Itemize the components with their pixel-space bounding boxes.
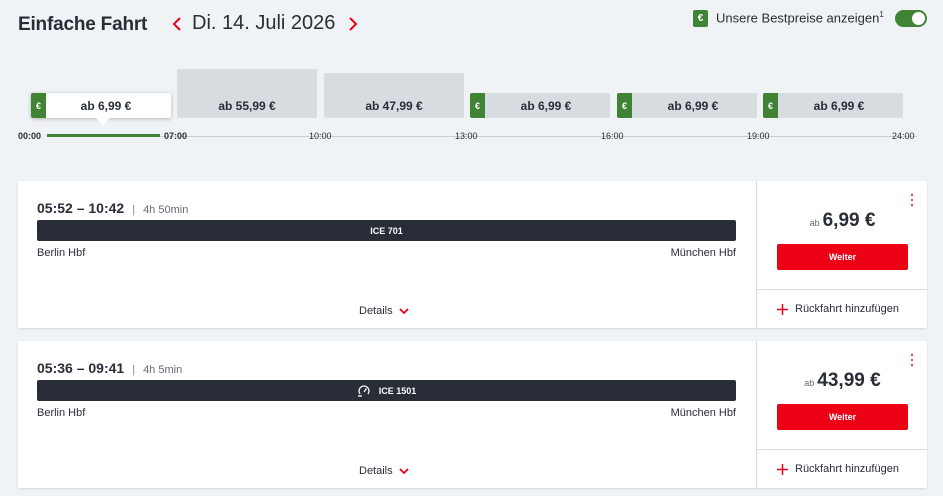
plus-icon xyxy=(777,303,788,315)
details-toggle[interactable]: Details xyxy=(359,465,409,477)
destination-station: München Hbf xyxy=(670,247,736,259)
add-return-trip-button[interactable]: Rückfahrt hinzufügen xyxy=(757,289,927,328)
continue-button[interactable]: Weiter xyxy=(777,244,908,270)
price-display: ab 43,99 € xyxy=(757,370,928,392)
add-return-trip-button[interactable]: Rückfahrt hinzufügen xyxy=(757,449,927,488)
details-label: Details xyxy=(359,305,393,317)
time-separator: – xyxy=(72,360,89,376)
date-label[interactable]: Di. 14. Juli 2026 xyxy=(192,12,335,35)
slot-price: ab 6,99 € xyxy=(80,98,132,113)
tick-label: 00:00 xyxy=(18,131,42,141)
price-prefix: ab xyxy=(804,378,815,388)
euro-badge-icon: € xyxy=(31,93,46,118)
chevron-right-icon xyxy=(349,17,358,31)
connection-info[interactable]: 05:52 – 10:42 | 4h 50min ICE 701 Berlin … xyxy=(18,181,756,328)
duration: 4h 50min xyxy=(143,204,189,216)
time-slot-16-19[interactable]: € ab 6,99 € xyxy=(617,93,757,118)
more-options-icon[interactable] xyxy=(910,194,914,206)
connection-info[interactable]: 05:36 – 09:41 | 4h 5min ICE 1501 Berlin … xyxy=(18,341,756,488)
slot-price: ab 6,99 € xyxy=(667,98,719,113)
price-panel: ab 43,99 € Weiter Rückfahrt hinzufügen xyxy=(756,341,927,488)
price-amount: 43,99 € xyxy=(817,370,881,391)
euro-badge-icon: € xyxy=(470,93,485,118)
previous-day-button[interactable] xyxy=(167,10,187,38)
best-price-toggle-label: € Unsere Bestpreise anzeigen1 xyxy=(693,9,884,27)
details-label: Details xyxy=(359,465,393,477)
connection-card: 05:36 – 09:41 | 4h 5min ICE 1501 Berlin … xyxy=(18,341,927,488)
continue-button[interactable]: Weiter xyxy=(777,404,908,430)
active-slot-pointer xyxy=(96,118,110,125)
price-amount: 6,99 € xyxy=(822,210,876,231)
tick-label: 16:00 xyxy=(601,131,624,141)
destination-station: München Hbf xyxy=(670,407,736,419)
price-display: ab 6,99 € xyxy=(757,210,928,232)
connection-times: 05:52 – 10:42 | 4h 50min xyxy=(37,200,188,216)
best-price-label: Unsere Bestpreise anzeigen xyxy=(716,10,880,26)
tick-label: 19:00 xyxy=(747,131,770,141)
train-speed-icon xyxy=(357,384,370,397)
time-slot-13-16[interactable]: € ab 6,99 € xyxy=(470,93,610,118)
divider: | xyxy=(132,364,136,376)
price-prefix: ab xyxy=(809,218,820,228)
add-return-trip-label: Rückfahrt hinzufügen xyxy=(795,303,899,315)
time-slot-19-24[interactable]: € ab 6,99 € xyxy=(763,93,903,118)
departure-time: 05:36 xyxy=(37,360,73,376)
train-number: ICE 1501 xyxy=(378,385,417,396)
price-panel: ab 6,99 € Weiter Rückfahrt hinzufügen xyxy=(756,181,927,328)
next-day-button[interactable] xyxy=(343,10,363,38)
page-title: Einfache Fahrt xyxy=(18,14,148,35)
train-bar: ICE 1501 xyxy=(37,380,736,401)
tick-label: 07:00 xyxy=(164,131,188,141)
connection-times: 05:36 – 09:41 | 4h 5min xyxy=(37,360,182,376)
time-slot-07-10[interactable]: ab 55,99 € xyxy=(177,69,317,118)
euro-badge-icon: € xyxy=(763,93,778,118)
tick-label: 10:00 xyxy=(309,131,332,141)
slot-price: ab 47,99 € xyxy=(365,99,423,113)
divider: | xyxy=(132,204,136,216)
plus-icon xyxy=(777,463,788,475)
more-options-icon[interactable] xyxy=(910,354,914,366)
arrival-time: 10:42 xyxy=(88,200,125,216)
slot-price: ab 6,99 € xyxy=(520,98,572,113)
time-separator: – xyxy=(72,200,89,216)
chevron-down-icon xyxy=(398,467,409,474)
best-price-toggle[interactable] xyxy=(895,10,927,27)
origin-station: Berlin Hbf xyxy=(37,247,86,259)
details-toggle[interactable]: Details xyxy=(359,305,409,317)
euro-badge-icon: € xyxy=(693,9,708,27)
duration: 4h 5min xyxy=(143,364,183,376)
origin-station: Berlin Hbf xyxy=(37,407,86,419)
timeline-active-range xyxy=(47,134,160,137)
footnote-marker: 1 xyxy=(879,10,884,20)
slot-price: ab 55,99 € xyxy=(218,99,276,113)
toggle-knob xyxy=(912,12,925,25)
chevron-left-icon xyxy=(172,17,181,31)
tick-label: 24:00 xyxy=(892,131,915,141)
time-slot-10-13[interactable]: ab 47,99 € xyxy=(324,73,464,118)
euro-badge-icon: € xyxy=(617,93,632,118)
train-number: ICE 701 xyxy=(370,225,403,236)
slot-price: ab 6,99 € xyxy=(813,98,865,113)
add-return-trip-label: Rückfahrt hinzufügen xyxy=(795,463,899,475)
connection-card: 05:52 – 10:42 | 4h 50min ICE 701 Berlin … xyxy=(18,181,927,328)
arrival-time: 09:41 xyxy=(88,360,125,376)
time-slot-00-07[interactable]: € ab 6,99 € xyxy=(31,93,171,118)
price-timeline: € ab 6,99 € ab 55,99 € ab 47,99 € € ab 6… xyxy=(0,60,943,150)
departure-time: 05:52 xyxy=(37,200,73,216)
tick-label: 13:00 xyxy=(455,131,478,141)
chevron-down-icon xyxy=(398,307,409,314)
train-bar: ICE 701 xyxy=(37,220,736,241)
